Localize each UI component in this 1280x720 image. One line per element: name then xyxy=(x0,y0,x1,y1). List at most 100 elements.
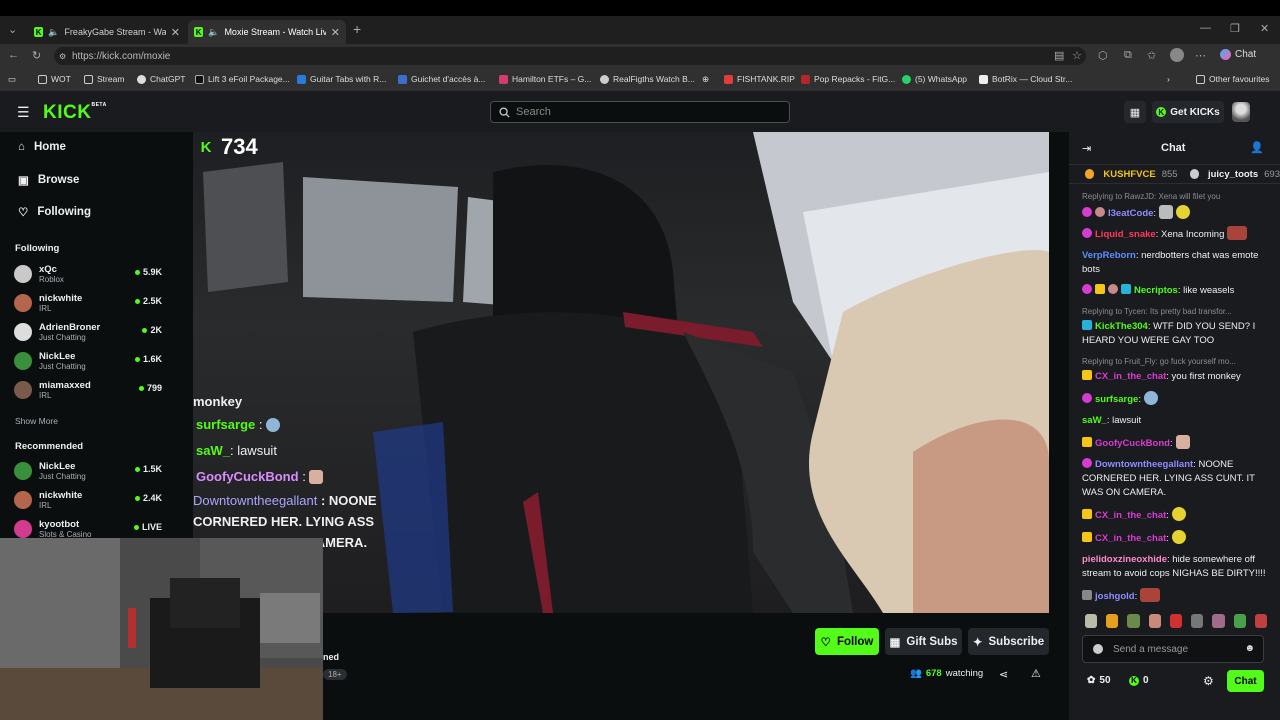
bookmark-item[interactable]: WOT xyxy=(38,74,71,84)
viewer-count: 2K xyxy=(142,325,162,335)
more-icon[interactable]: ⋯ xyxy=(1195,49,1206,62)
emote-icon[interactable] xyxy=(1085,614,1098,628)
bookmark-item[interactable]: Lift 3 eFoil Package... xyxy=(195,74,290,84)
bookmark-item[interactable]: BotRix — Cloud Str... xyxy=(979,74,1072,84)
show-more-link[interactable]: Show More xyxy=(15,416,58,426)
chat-username[interactable]: CX_in_the_chat xyxy=(1095,510,1166,521)
emote-icon[interactable] xyxy=(1127,614,1140,628)
chat-message: CX_in_the_chat: xyxy=(1082,530,1267,546)
emote-icon xyxy=(1176,205,1191,219)
minimize-icon[interactable]: — xyxy=(1200,22,1211,34)
bookmark-item[interactable]: (5) WhatsApp xyxy=(902,74,967,84)
browser-tab-1[interactable]: K 🔈 FreakyGabe Stream - Watch L ✕ xyxy=(28,20,186,44)
follow-button[interactable]: ♡ Follow xyxy=(815,628,879,655)
emote-icon[interactable] xyxy=(1191,614,1204,628)
nav-home[interactable]: ⌂ Home xyxy=(18,141,66,153)
close-tab-icon[interactable]: ✕ xyxy=(331,26,340,39)
nav-browse[interactable]: ▣ Browse xyxy=(18,173,79,187)
chevron-right-icon[interactable]: › xyxy=(1167,74,1170,84)
emote-icon[interactable] xyxy=(1254,614,1267,628)
split-screen-icon[interactable]: ⧉ xyxy=(1124,49,1132,62)
chat-username[interactable]: CX_in_the_chat xyxy=(1095,533,1166,544)
channel-points[interactable]: ✿ 50 xyxy=(1087,675,1111,686)
chat-message: saW_: lawsuit xyxy=(1082,415,1142,426)
sidebar-channel-adrienbroner[interactable]: AdrienBroner Just Chatting 2K xyxy=(14,320,164,344)
profile-avatar[interactable] xyxy=(1170,48,1184,62)
search-input[interactable]: Search xyxy=(490,101,790,123)
maximize-icon[interactable]: ❐ xyxy=(1230,22,1240,35)
emote-icon[interactable] xyxy=(1169,614,1183,628)
bookmark-item[interactable]: FISHTANK.RIP xyxy=(724,74,795,84)
chat-username[interactable]: Liquid_snake xyxy=(1095,229,1156,240)
sidebar-channel-nicklee-rec[interactable]: NickLee Just Chatting 1.5K xyxy=(14,459,164,483)
emote-icon xyxy=(1171,530,1186,544)
chat-username[interactable]: Necriptos xyxy=(1134,285,1178,296)
sidebar-channel-nicklee[interactable]: NickLee Just Chatting 1.6K xyxy=(14,349,164,373)
extensions-icon[interactable]: ⬡ xyxy=(1098,49,1108,62)
share-icon[interactable]: ⋖ xyxy=(999,668,1008,681)
sidebar-channel-nickwhite-rec[interactable]: nickwhite IRL 2.4K xyxy=(14,488,164,512)
reload-icon[interactable]: ↻ xyxy=(32,49,41,62)
get-kicks-button[interactable]: K Get KICKs xyxy=(1152,101,1224,123)
sidebar-channel-nickwhite[interactable]: nickwhite IRL 2.5K xyxy=(14,291,164,315)
favorites-icon[interactable]: ✩ xyxy=(1147,49,1156,62)
back-icon[interactable]: ← xyxy=(8,49,19,61)
overlay-user: Downtowntheegallant xyxy=(193,493,318,508)
chat-username[interactable]: VerpReborn xyxy=(1082,250,1136,261)
nav-following[interactable]: ♡ Following xyxy=(18,205,91,219)
bookmark-item[interactable]: Hamilton ETFs – G... xyxy=(499,74,591,84)
close-window-icon[interactable]: ✕ xyxy=(1260,22,1269,35)
favorite-star-icon[interactable]: ☆ xyxy=(1072,49,1082,62)
chat-username[interactable]: KickThe304 xyxy=(1095,321,1148,332)
chat-username[interactable]: surfsarge xyxy=(1095,394,1138,405)
gift-subs-button[interactable]: ▦ Gift Subs xyxy=(885,628,962,655)
globe-bookmark-icon[interactable]: ⊕ xyxy=(702,74,709,85)
other-favourites[interactable]: Other favourites xyxy=(1196,74,1269,84)
user-avatar[interactable] xyxy=(1232,102,1250,122)
chat-users-icon[interactable]: 👤 xyxy=(1250,141,1264,154)
bookmark-item[interactable]: Guitar Tabs with R... xyxy=(297,74,386,84)
kick-logo[interactable]: KICKBETA xyxy=(43,102,107,124)
chat-username[interactable]: saW_ xyxy=(1082,415,1107,426)
bookmark-item[interactable]: ChatGPT xyxy=(137,74,185,84)
close-tab-icon[interactable]: ✕ xyxy=(171,26,180,39)
badge-icon xyxy=(1095,207,1105,217)
layout-toggle-button[interactable]: ▦ xyxy=(1124,101,1146,123)
bookmark-item[interactable]: RealFigths Watch B... xyxy=(600,74,695,84)
hamburger-menu-icon[interactable]: ☰ xyxy=(17,104,30,121)
url-field[interactable]: ⚙ https://kick.com/moxie xyxy=(54,47,1086,65)
subscribe-button[interactable]: ✦ Subscribe xyxy=(968,628,1049,655)
bookmark-item[interactable]: Guichet d'accès à... xyxy=(398,74,485,84)
send-chat-button[interactable]: Chat xyxy=(1227,670,1264,692)
avatar xyxy=(14,520,32,538)
report-icon[interactable]: ⚠ xyxy=(1031,667,1041,680)
emote-icon[interactable] xyxy=(1106,614,1119,628)
reader-icon[interactable]: ▤ xyxy=(1054,49,1064,62)
bookmark-item[interactable]: Pop Repacks - FitG... xyxy=(801,74,895,84)
chat-username[interactable]: I3eatCode xyxy=(1108,208,1153,219)
chat-username[interactable]: pielidoxzineoxhide xyxy=(1082,554,1167,565)
chat-message: Downtowntheegallant: NOONE CORNERED HER.… xyxy=(1082,458,1255,498)
emote-icon[interactable] xyxy=(1148,614,1161,628)
collapse-chat-icon[interactable]: ⇥ xyxy=(1082,142,1091,155)
bookmark-item[interactable]: Stream xyxy=(84,74,124,84)
chat-username[interactable]: Downtowntheegallant xyxy=(1095,459,1193,470)
sidebar-channel-miamaxxed[interactable]: miamaxxed IRL 799 xyxy=(14,378,164,402)
new-tab-icon[interactable]: + xyxy=(353,21,361,37)
emoji-picker-icon[interactable]: ☻ xyxy=(1244,643,1255,654)
chat-username[interactable]: CX_in_the_chat xyxy=(1095,371,1166,382)
browser-tab-2[interactable]: K 🔈 Moxie Stream - Watch Live o ✕ xyxy=(188,20,346,44)
chat-username[interactable]: joshgold xyxy=(1095,591,1135,602)
kicks-balance[interactable]: K0 xyxy=(1129,675,1149,686)
emote-icon[interactable] xyxy=(1233,614,1246,628)
bookmark-menu-icon[interactable]: ▭ xyxy=(8,74,16,85)
chat-message-input[interactable]: Send a message ☻ xyxy=(1082,635,1264,663)
site-info-icon[interactable]: ⚙ xyxy=(59,52,66,61)
tab-list-icon[interactable]: ⌄ xyxy=(8,23,17,36)
sidebar-channel-xqc[interactable]: xQc Roblox 5.9K xyxy=(14,262,164,286)
chat-message: Replying to Fruit_Fly: go fuck yourself … xyxy=(1082,355,1267,384)
chat-username[interactable]: GoofyCuckBond xyxy=(1095,438,1170,449)
chat-settings-icon[interactable]: ⚙ xyxy=(1203,674,1214,688)
copilot-chat-button[interactable]: Chat xyxy=(1220,49,1256,60)
emote-icon[interactable] xyxy=(1212,614,1225,628)
